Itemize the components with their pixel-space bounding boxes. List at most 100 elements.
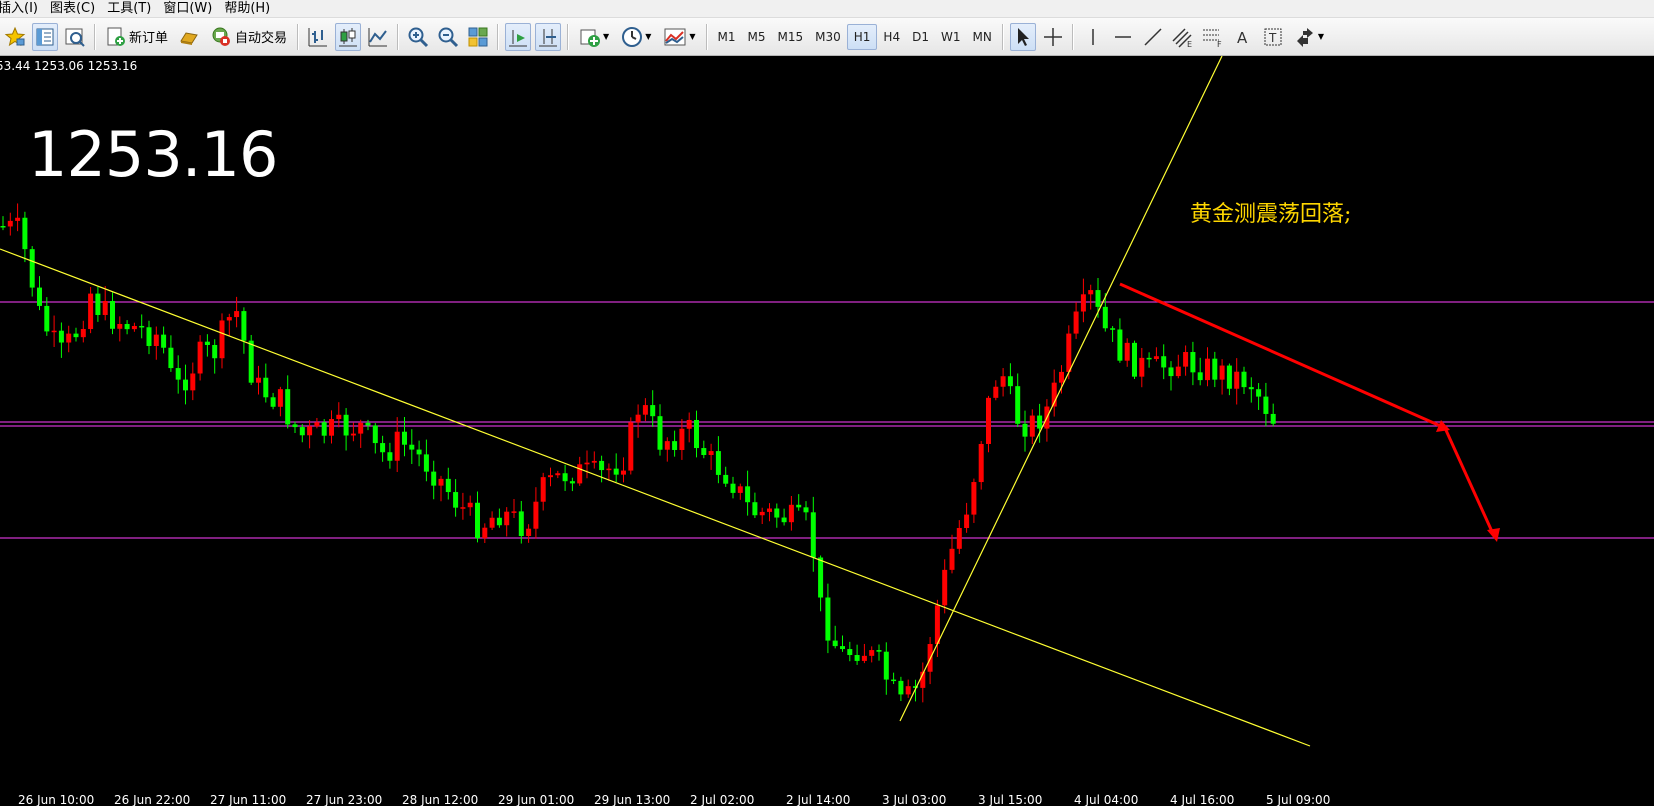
candle-body <box>1037 415 1043 429</box>
candle-body <box>774 508 780 518</box>
menu-insert[interactable]: 插入(I) <box>0 1 50 16</box>
candle-body <box>745 486 751 503</box>
candle-body <box>15 217 21 221</box>
timeframe-h1[interactable]: H1 <box>846 23 878 50</box>
arrow-head <box>1487 528 1500 542</box>
timeframe-m30[interactable]: M30 <box>809 24 847 50</box>
candle-body <box>1241 371 1247 388</box>
svg-text:A: A <box>1237 29 1248 47</box>
cursor-button[interactable] <box>1009 22 1036 51</box>
toolbar-separator <box>297 23 300 50</box>
candlestick-button[interactable] <box>335 22 362 51</box>
chart-shift-button[interactable] <box>535 22 562 51</box>
candle-body <box>898 680 904 695</box>
candle-body <box>1168 367 1174 377</box>
candle-body <box>577 464 583 484</box>
time-axis-label: 27 Jun 23:00 <box>306 793 383 806</box>
candle-body <box>584 462 590 465</box>
zoom-out-button[interactable] <box>435 23 461 51</box>
candle-body <box>1022 423 1028 437</box>
time-axis-label: 26 Jun 10:00 <box>18 793 95 806</box>
metatrader-window: 插入(I) 图表(C) 工具(T) 窗口(W) 帮助(H) 新订单 自动交易 ▼… <box>0 0 1654 806</box>
bar-chart-button[interactable] <box>305 23 331 51</box>
timeframe-h4[interactable]: H4 <box>877 24 906 50</box>
new-order-button[interactable]: 新订单 <box>102 23 172 51</box>
time-axis-label: 2 Jul 14:00 <box>786 793 851 806</box>
candle-body <box>526 528 532 537</box>
candle-body <box>650 405 656 417</box>
candle-body <box>847 649 853 656</box>
horizontal-line-icon <box>1114 35 1131 38</box>
gold-button[interactable] <box>176 23 202 51</box>
auto-trading-button[interactable]: 自动交易 <box>206 23 291 51</box>
candle-body <box>1226 365 1232 389</box>
candle-body <box>22 217 28 250</box>
timeframe-m5[interactable]: M5 <box>742 24 772 50</box>
candle-body <box>905 686 911 695</box>
candle-body <box>241 311 247 341</box>
candle-body <box>1110 328 1116 330</box>
menu-window[interactable]: 窗口(W) <box>163 1 224 16</box>
candle-body <box>949 548 955 570</box>
candle-body <box>475 502 480 539</box>
profiles-button[interactable] <box>2 23 28 51</box>
equidistant-channel-button[interactable]: E <box>1170 23 1196 51</box>
crosshair-button[interactable] <box>1040 23 1066 51</box>
candle-body <box>29 249 35 288</box>
vertical-line-button[interactable] <box>1080 23 1106 51</box>
line-chart-button[interactable] <box>365 23 391 51</box>
timeframe-mn[interactable]: MN <box>966 24 997 50</box>
horizontal-line-button[interactable] <box>1110 23 1136 51</box>
candle-body <box>1007 376 1013 387</box>
periods-button[interactable]: ▼ <box>617 23 655 51</box>
line-chart-icon <box>368 27 388 46</box>
new-order-icon <box>107 27 125 46</box>
time-axis-label: 2 Jul 02:00 <box>690 793 755 806</box>
candle-body <box>44 305 50 332</box>
tile-windows-button[interactable] <box>465 23 491 51</box>
text-button[interactable]: A <box>1230 23 1256 51</box>
chevron-down-icon: ▼ <box>1317 32 1324 41</box>
trend-line-button[interactable] <box>1140 23 1166 51</box>
zoom-in-button[interactable] <box>405 23 431 51</box>
market-watch-button[interactable] <box>32 22 58 51</box>
candle-body <box>204 341 210 345</box>
timeframe-w1[interactable]: W1 <box>935 24 967 50</box>
candle-body <box>1256 389 1262 397</box>
candle-body <box>292 424 298 428</box>
timeframe-m15[interactable]: M15 <box>772 24 810 50</box>
candle-body <box>1066 333 1072 372</box>
menu-help[interactable]: 帮助(H) <box>224 1 282 16</box>
candlestick-icon <box>339 27 358 46</box>
candle-body <box>117 323 123 329</box>
candle-body <box>409 444 415 450</box>
fibonacci-button[interactable]: F <box>1200 23 1226 51</box>
candle-body <box>964 514 970 528</box>
candle-body <box>511 511 517 513</box>
candle-body <box>613 468 619 475</box>
timeframe-d1[interactable]: D1 <box>906 24 935 50</box>
timeframe-m1[interactable]: M1 <box>712 24 742 50</box>
menu-charts[interactable]: 图表(C) <box>50 1 107 16</box>
candle-body <box>139 325 145 328</box>
candle-body <box>591 460 597 463</box>
candle-body <box>131 325 137 330</box>
text-label-button[interactable]: T <box>1260 23 1286 51</box>
candle-body <box>343 414 349 436</box>
time-axis-label: 4 Jul 04:00 <box>1074 793 1139 806</box>
navigator-button[interactable] <box>62 23 88 51</box>
menu-tools[interactable]: 工具(T) <box>107 1 163 16</box>
price-chart[interactable]: 53.44 1253.06 1253.16 1253.16 黄金测震荡回落; 2… <box>0 56 1654 806</box>
templates-button[interactable]: ▼ <box>659 23 699 51</box>
candle-body <box>73 333 79 338</box>
arrows-button[interactable]: ▼ <box>1290 23 1328 51</box>
candle-body <box>1175 366 1181 377</box>
candle-body <box>723 474 729 484</box>
periods-icon <box>622 26 643 47</box>
new-order-label: 新订单 <box>129 31 169 46</box>
auto-scroll-button[interactable] <box>505 22 532 51</box>
candle-body <box>37 287 42 306</box>
indicators-button[interactable]: ▼ <box>575 23 613 51</box>
toolbar-separator <box>1001 23 1004 50</box>
candle-body <box>1219 365 1225 380</box>
